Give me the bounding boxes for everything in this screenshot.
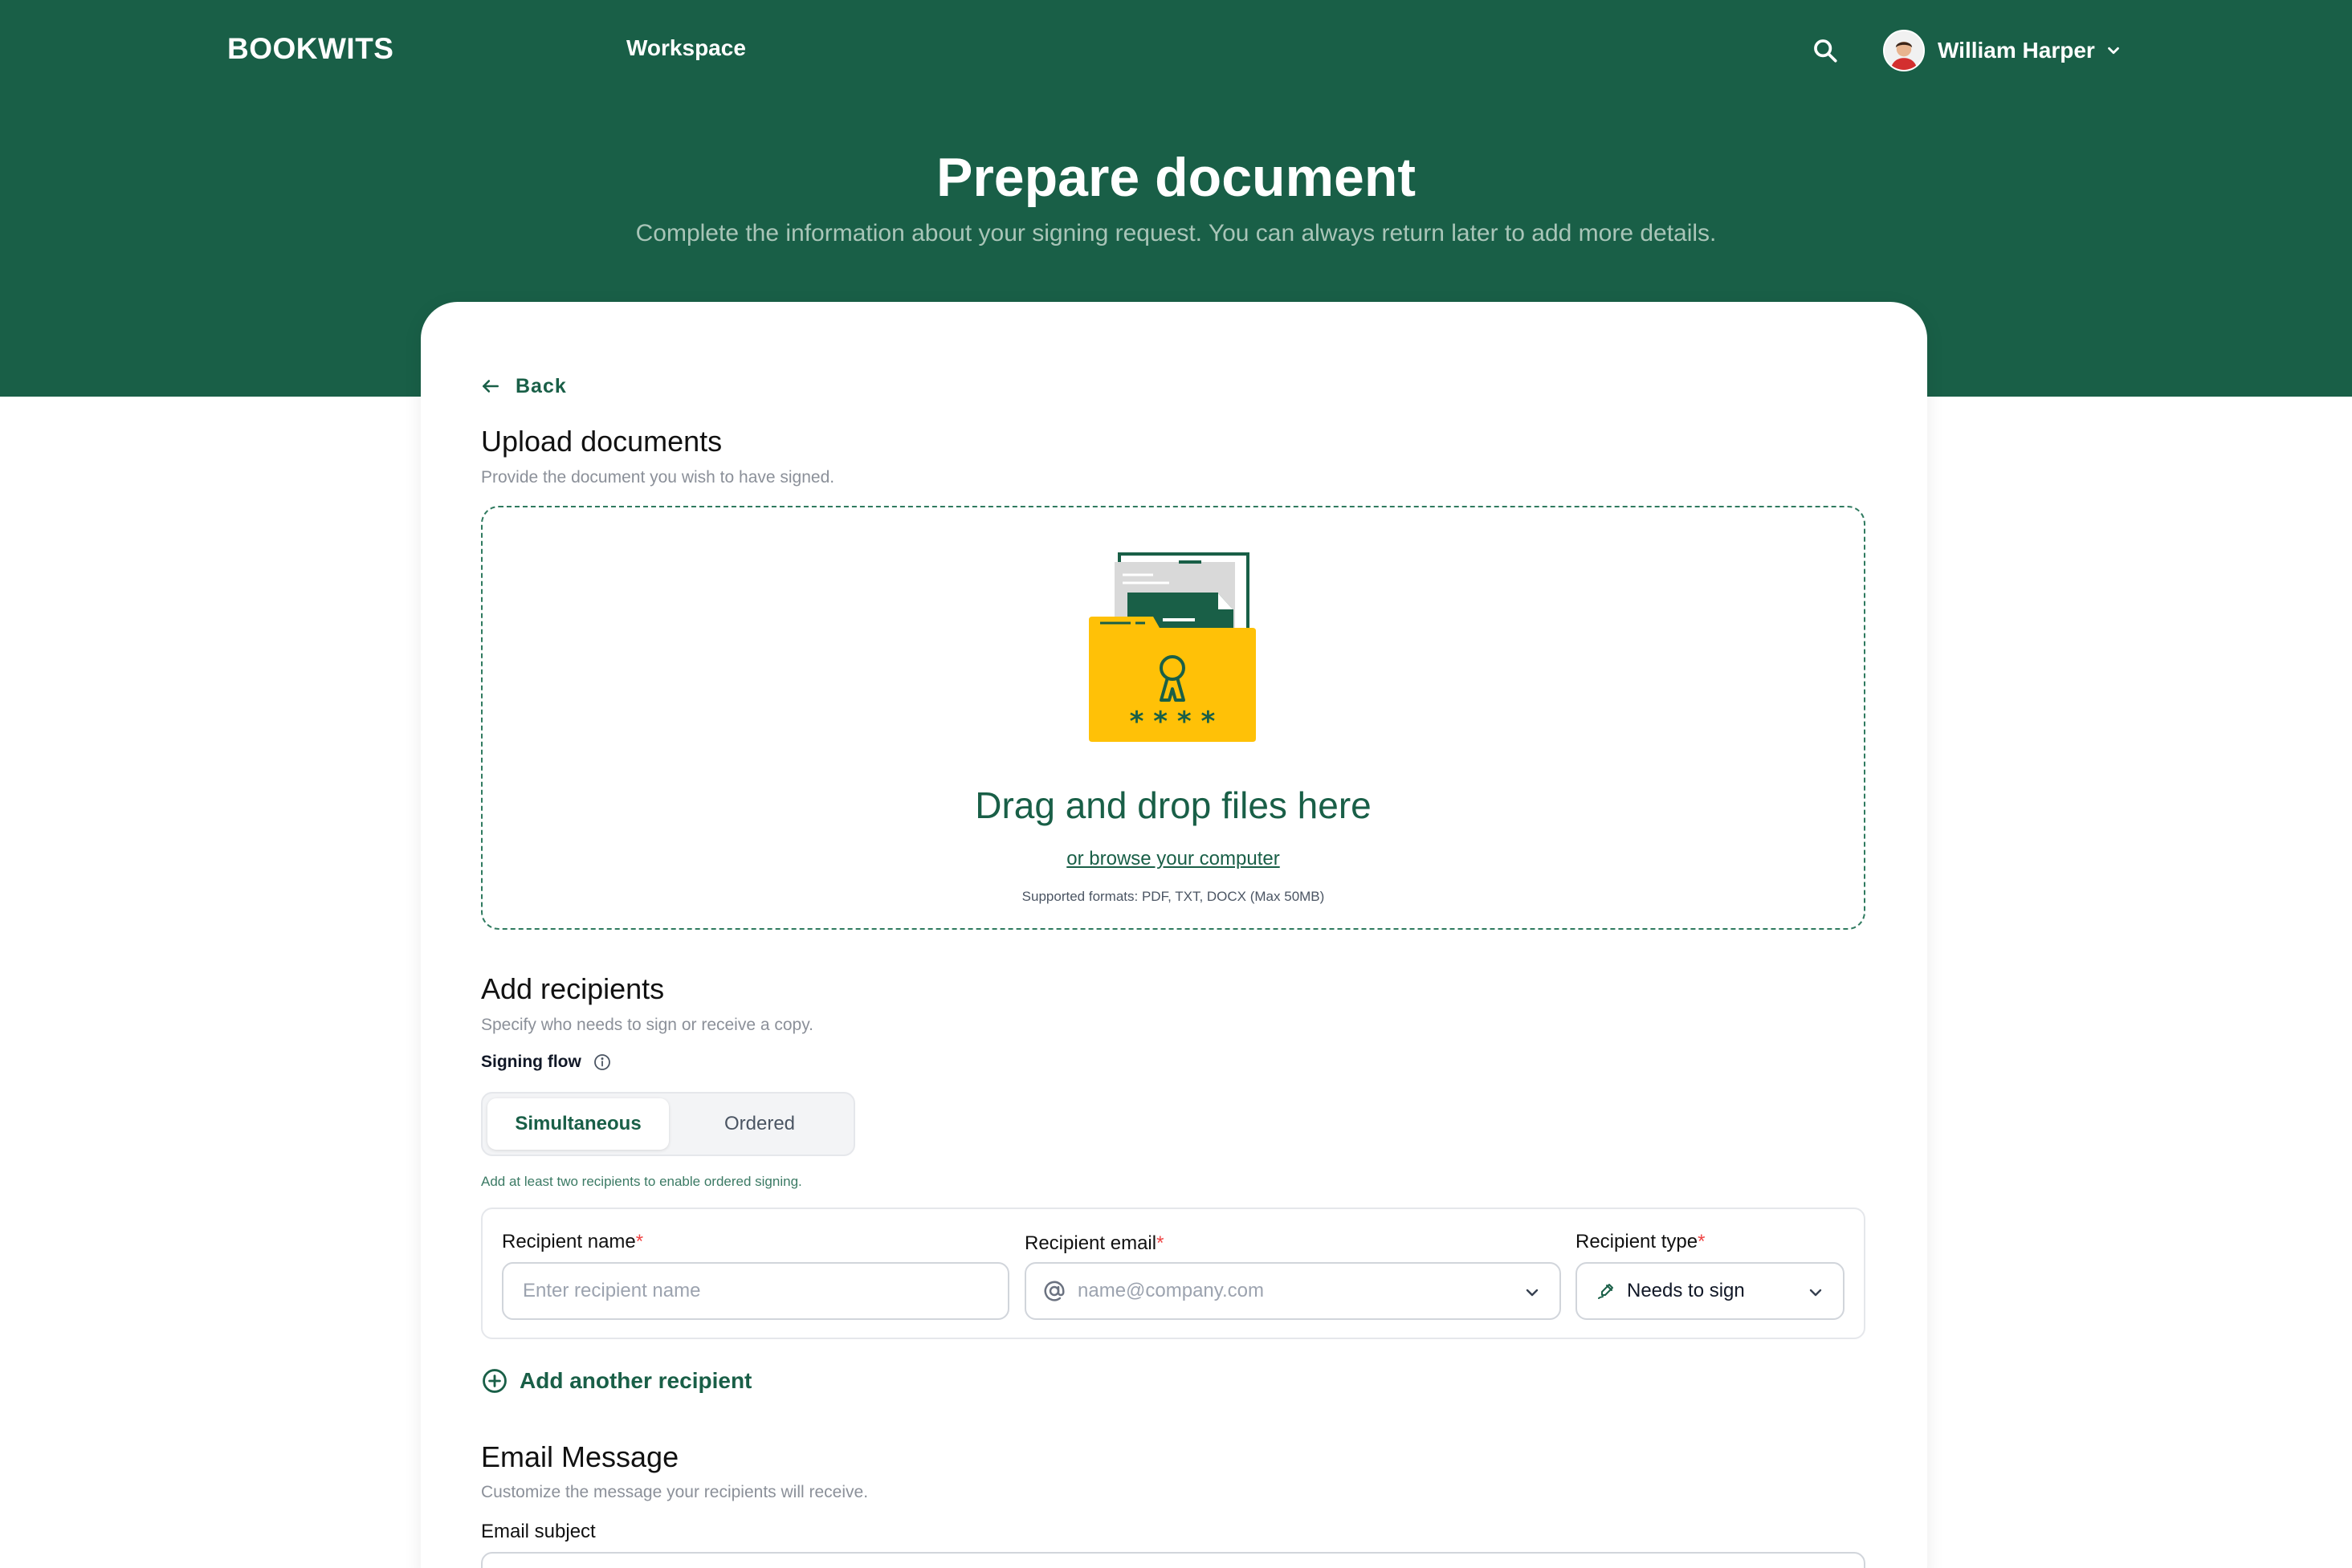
flow-option-simultaneous[interactable]: Simultaneous [487, 1098, 669, 1150]
upload-section-subtitle: Provide the document you wish to have si… [481, 468, 835, 487]
password-mask-text: * * * * [1130, 706, 1216, 738]
at-sign-icon [1044, 1281, 1065, 1301]
flow-option-ordered[interactable]: Ordered [669, 1098, 850, 1150]
user-name: William Harper [1938, 38, 2095, 63]
email-subject-label: Email subject [481, 1521, 596, 1542]
recipient-type-label: Recipient type* [1575, 1231, 1706, 1252]
recipients-section-subtitle: Specify who needs to sign or receive a c… [481, 1016, 814, 1034]
chevron-down-icon [1809, 1289, 1822, 1297]
chevron-down-icon[interactable] [1522, 1283, 1542, 1302]
avatar [1883, 30, 1925, 71]
dropzone-title: Drag and drop files here [975, 784, 1372, 826]
plus-circle-icon [483, 1369, 507, 1393]
recipients-section-title: Add recipients [481, 972, 665, 1005]
signing-flow-toggle: Simultaneous Ordered [481, 1092, 855, 1156]
signing-flow-label: Signing flow [481, 1053, 612, 1072]
recipient-name-input[interactable]: Enter recipient name [502, 1262, 1009, 1320]
add-recipient-label: Add another recipient [520, 1368, 752, 1393]
browse-computer-link[interactable]: or browse your computer [0, 848, 2346, 870]
email-subject-input[interactable] [481, 1552, 1865, 1568]
chevron-down-icon [2107, 47, 2119, 55]
page-subtitle: Complete the information about your sign… [635, 220, 1717, 246]
add-recipient-button[interactable]: Add another recipient [481, 1365, 752, 1397]
search-icon[interactable] [1812, 37, 1839, 64]
recipient-email-input[interactable]: name@company.com [1025, 1262, 1561, 1320]
recipient-email-placeholder: name@company.com [1078, 1280, 1265, 1301]
nav-workspace-link[interactable]: Workspace [626, 35, 746, 61]
top-nav: BOOKWITS Workspace William Harper [0, 0, 2352, 100]
upload-section-title: Upload documents [481, 425, 723, 458]
user-menu[interactable]: William Harper [1883, 29, 2122, 72]
recipient-type-select[interactable]: Needs to sign [1575, 1262, 1845, 1320]
email-section-subtitle: Customize the message your recipients wi… [481, 1483, 869, 1501]
back-button[interactable]: Back [480, 373, 567, 400]
recipient-name-placeholder: Enter recipient name [523, 1280, 701, 1301]
info-icon[interactable] [593, 1053, 612, 1072]
brand-logo[interactable]: BOOKWITS [227, 32, 393, 66]
recipient-type-value: Needs to sign [1627, 1280, 1745, 1301]
recipient-email-label: Recipient email* [1025, 1232, 1164, 1254]
recipient-name-label: Recipient name* [502, 1231, 644, 1252]
secure-folder-illustration: * * * * [1089, 552, 1256, 742]
supported-formats-text: Supported formats: PDF, TXT, DOCX (Max 5… [1021, 889, 1325, 904]
signature-pen-icon [1598, 1284, 1613, 1299]
ordered-signing-helper: Add at least two recipients to enable or… [481, 1174, 802, 1189]
email-section-title: Email Message [481, 1440, 679, 1473]
signing-flow-text: Signing flow [481, 1053, 581, 1071]
arrow-left-icon [483, 380, 499, 393]
back-label: Back [516, 374, 567, 397]
page-title: Prepare document [936, 147, 1416, 208]
